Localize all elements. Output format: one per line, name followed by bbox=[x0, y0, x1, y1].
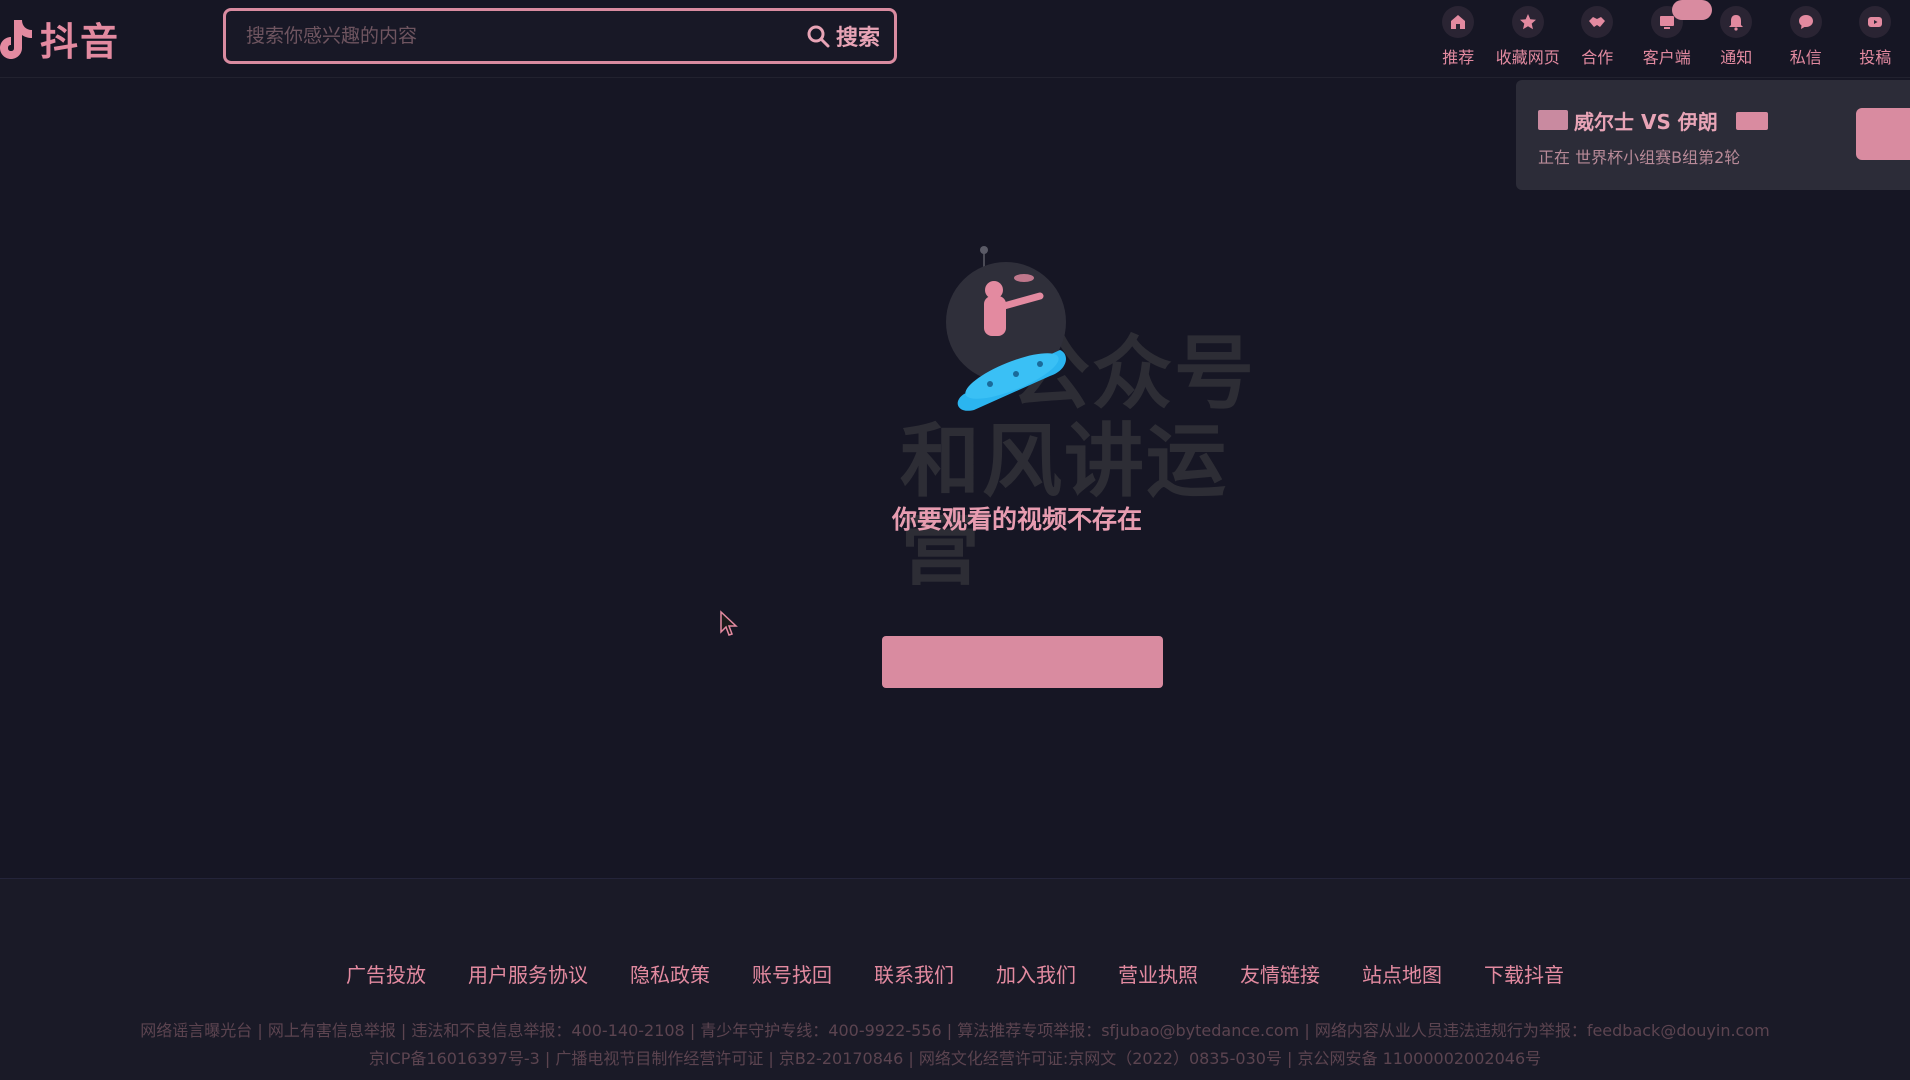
search-button-label: 搜索 bbox=[835, 26, 880, 51]
nav-item-upload[interactable]: 投稿 bbox=[1841, 6, 1910, 72]
search-input[interactable] bbox=[246, 25, 806, 47]
upload-icon bbox=[1859, 6, 1892, 38]
nav-item-recommend[interactable]: 推荐 bbox=[1424, 6, 1494, 72]
footer-legal-line-2: 京ICP备16016397号-3 | 广播电视节目制作经营许可证 | 京B2-2… bbox=[368, 1049, 1542, 1068]
nav-item-bookmark[interactable]: 收藏网页 bbox=[1493, 6, 1563, 72]
footer-link-sitemap[interactable]: 站点地图 bbox=[1362, 959, 1442, 988]
wales-flag-icon bbox=[1538, 110, 1568, 130]
nav-label: 私信 bbox=[1789, 48, 1822, 67]
footer-link-join[interactable]: 加入我们 bbox=[996, 959, 1076, 988]
nav-label: 通知 bbox=[1720, 48, 1753, 67]
footer-legal-line-1: 网络谣言曝光台 | 网上有害信息举报 | 违法和不良信息举报：400-140-2… bbox=[140, 1021, 1770, 1040]
live-match-banner[interactable]: 威尔士 VS 伊朗 正在 世界杯小组赛B组第2轮 bbox=[1516, 80, 1910, 190]
footer-link-license[interactable]: 营业执照 bbox=[1118, 959, 1198, 988]
logo-text: 抖音 bbox=[40, 19, 121, 64]
nav-item-notify[interactable]: 通知 bbox=[1702, 6, 1772, 72]
top-header: 抖音 搜索 推荐 收藏网页 合作 bbox=[0, 0, 1910, 78]
footer-link-ads[interactable]: 广告投放 bbox=[346, 959, 426, 988]
footer-links: 广告投放 用户服务协议 隐私政策 账号找回 联系我们 加入我们 营业执照 友情链… bbox=[0, 959, 1910, 988]
nav-item-client[interactable]: 客户端 bbox=[1632, 0, 1712, 72]
star-icon bbox=[1511, 6, 1544, 38]
footer-link-friends[interactable]: 友情链接 bbox=[1240, 959, 1320, 988]
handshake-icon bbox=[1581, 6, 1614, 38]
search-button[interactable]: 搜索 bbox=[806, 20, 880, 52]
empty-state-illustration bbox=[946, 246, 1066, 411]
nav-label: 合作 bbox=[1581, 48, 1614, 67]
footer-link-privacy[interactable]: 隐私政策 bbox=[630, 959, 710, 988]
error-message: 你要观看的视频不存在 bbox=[892, 505, 1143, 534]
nav-label: 客户端 bbox=[1642, 48, 1691, 67]
home-icon bbox=[1442, 6, 1475, 38]
footer-link-user-agreement[interactable]: 用户服务协议 bbox=[468, 959, 588, 988]
nav-item-message[interactable]: 私信 bbox=[1771, 6, 1841, 72]
search-box: 搜索 bbox=[223, 8, 897, 64]
top-nav: 推荐 收藏网页 合作 客户端 通知 私信 投稿 bbox=[1424, 0, 1910, 72]
live-match-title: 威尔士 VS 伊朗 bbox=[1574, 110, 1718, 134]
nav-label: 投稿 bbox=[1859, 48, 1892, 67]
footer-link-contact[interactable]: 联系我们 bbox=[874, 959, 954, 988]
search-icon bbox=[807, 25, 830, 48]
live-match-subtitle: 正在 世界杯小组赛B组第2轮 bbox=[1538, 148, 1741, 167]
douyin-logo[interactable]: 抖音 bbox=[0, 10, 120, 66]
footer-link-download[interactable]: 下载抖音 bbox=[1484, 959, 1564, 988]
iran-flag-icon bbox=[1736, 112, 1768, 130]
nav-label: 收藏网页 bbox=[1495, 48, 1560, 67]
live-watch-button[interactable] bbox=[1856, 108, 1910, 160]
back-home-button[interactable] bbox=[882, 636, 1163, 688]
mouse-cursor-icon bbox=[720, 610, 738, 636]
nav-label: 推荐 bbox=[1442, 48, 1475, 67]
bell-icon bbox=[1720, 6, 1753, 38]
footer-link-account-recovery[interactable]: 账号找回 bbox=[752, 959, 832, 988]
nav-item-cooperate[interactable]: 合作 bbox=[1563, 6, 1633, 72]
page-footer: 广告投放 用户服务协议 隐私政策 账号找回 联系我们 加入我们 营业执照 友情链… bbox=[0, 878, 1910, 1080]
chat-icon bbox=[1789, 6, 1822, 38]
music-note-icon bbox=[0, 20, 32, 59]
